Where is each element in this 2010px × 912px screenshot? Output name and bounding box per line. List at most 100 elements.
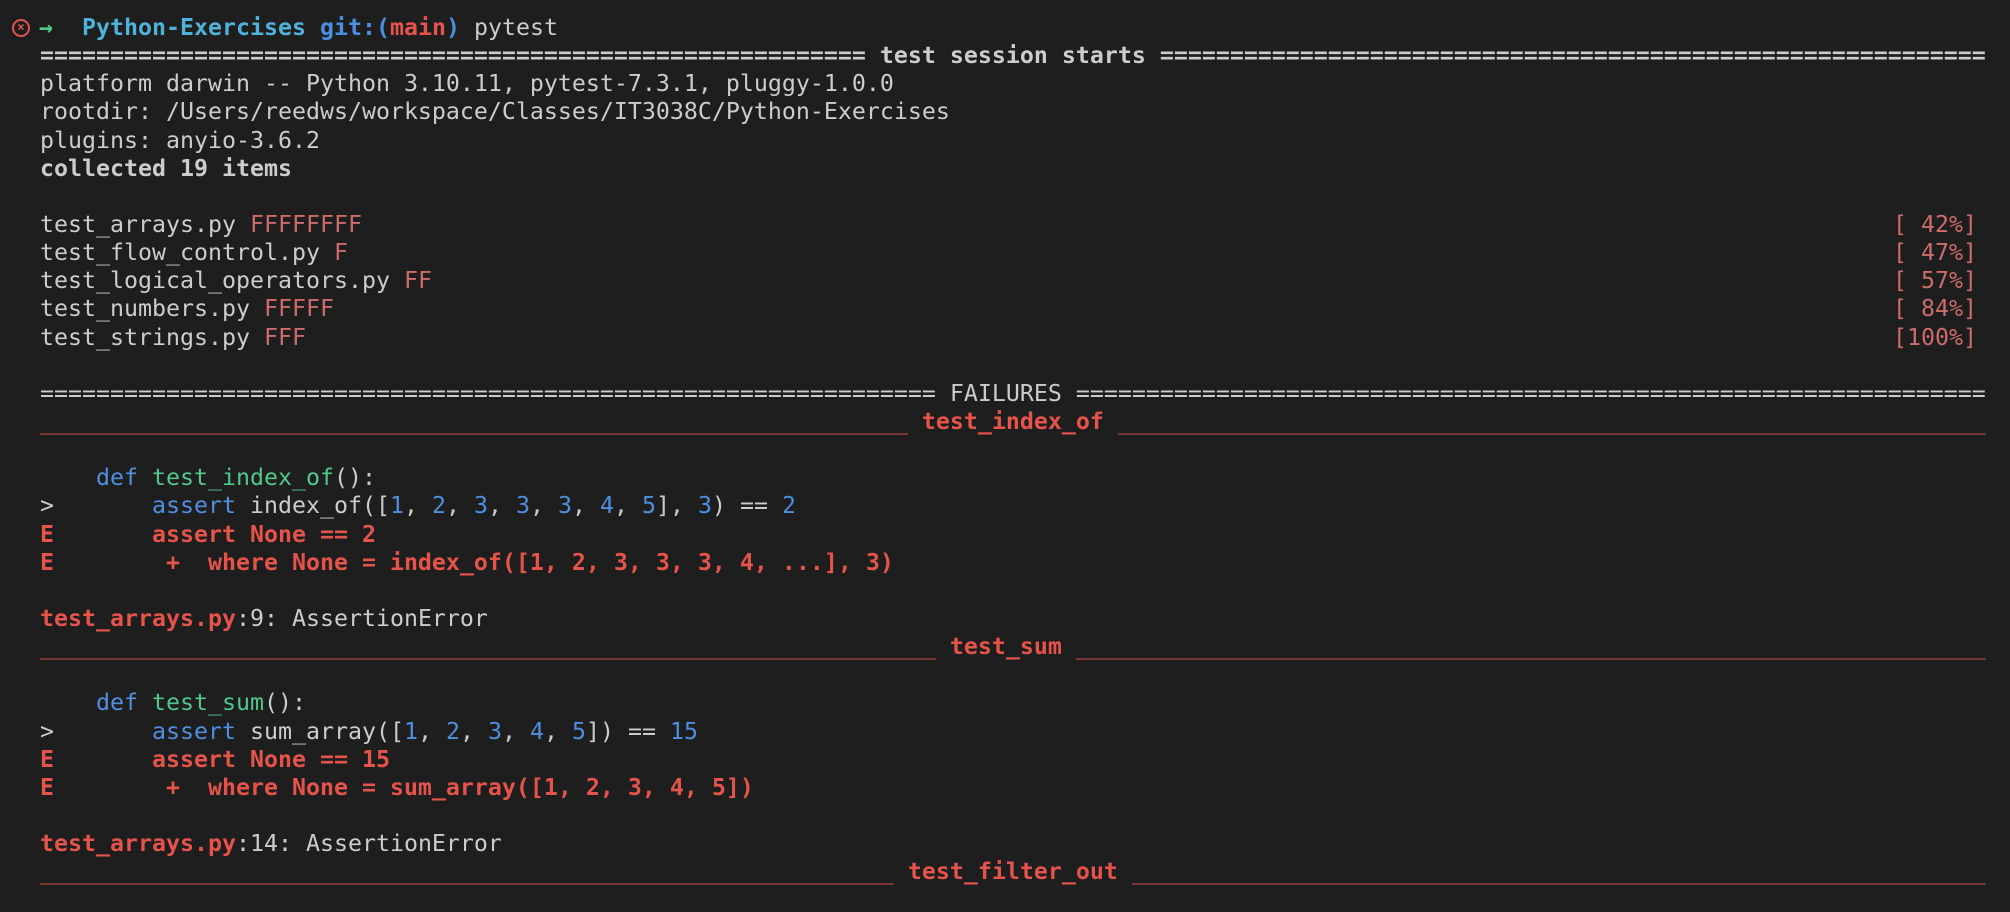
code-line: E assert None == 15 <box>0 746 2010 774</box>
rule-right: ========================================… <box>1159 42 1986 70</box>
result-row: test_flow_control.py F [ 47%] <box>0 239 2010 267</box>
code-token: 2 <box>781 492 796 520</box>
code-token: , <box>571 492 600 520</box>
terminal-output: × → Python-Exercises git:(main) pytest =… <box>0 14 2010 886</box>
collected-line: collected 19 items <box>40 154 292 182</box>
code-token: sum_array([ <box>235 717 404 745</box>
rule-left: ________________________________________… <box>40 633 936 661</box>
code-line: E assert None == 2 <box>0 521 2010 549</box>
code-token: , <box>613 492 642 520</box>
failures-header: ========================================… <box>0 380 2010 408</box>
code-line: > assert index_of([1, 2, 3, 3, 3, 4, 5],… <box>0 492 2010 520</box>
rule-left: ________________________________________… <box>40 858 894 886</box>
code-token: ]) == <box>585 717 670 745</box>
code-token: 2 <box>445 717 460 745</box>
failure-header: ________________________________________… <box>0 633 2010 661</box>
result-file: test_strings.py <box>40 323 250 351</box>
result-row: test_logical_operators.py FF [ 57%] <box>0 267 2010 295</box>
code-token: E + where None = sum_array([1, 2, 3, 4, … <box>40 773 754 801</box>
code-token: 5 <box>571 717 586 745</box>
code-token: test_index_of <box>152 464 334 492</box>
code-token: 2 <box>431 492 446 520</box>
failure-location: test_arrays.py:14: AssertionError <box>0 830 2010 858</box>
code-token: 3 <box>473 492 488 520</box>
code-token: E assert None == 2 <box>40 520 376 548</box>
failure-location: test_arrays.py:9: AssertionError <box>0 605 2010 633</box>
code-token: 1 <box>389 492 404 520</box>
error-circle-icon: × <box>12 19 30 37</box>
location-file: test_arrays.py <box>40 604 236 632</box>
code-line: E + where None = sum_array([1, 2, 3, 4, … <box>0 774 2010 802</box>
code-line: def test_sum(): <box>0 689 2010 717</box>
prompt-directory: Python-Exercises <box>82 14 306 41</box>
code-token: , <box>529 492 558 520</box>
code-token: , <box>445 492 474 520</box>
rule-right: ________________________________________… <box>1117 407 1986 435</box>
code-token: ], <box>655 492 698 520</box>
result-row: test_arrays.py FFFFFFFF [ 42%] <box>0 211 2010 239</box>
results-list: test_arrays.py FFFFFFFF[ 42%] test_flow_c… <box>0 211 2010 352</box>
code-token: , <box>417 717 446 745</box>
code-token: E assert None == 15 <box>40 745 390 773</box>
result-row: test_strings.py FFF [100%] <box>0 324 2010 352</box>
code-token: (): <box>333 464 376 492</box>
rule-right: ========================================… <box>1075 379 1986 407</box>
prompt-git-close: ) <box>445 14 460 41</box>
session-header: ========================================… <box>0 42 2010 70</box>
plugins-line: plugins: anyio-3.6.2 <box>40 126 320 154</box>
result-marks: FF <box>403 267 432 295</box>
location-file: test_arrays.py <box>40 830 236 858</box>
code-token: , <box>543 717 572 745</box>
code-token: > <box>40 492 152 520</box>
code-token: 4 <box>529 717 544 745</box>
rootdir-line: rootdir: /Users/reedws/workspace/Classes… <box>40 98 950 126</box>
rule-title: test session starts <box>865 42 1160 70</box>
code-token: def <box>96 464 138 492</box>
code-token: index_of([ <box>235 492 390 520</box>
code-token: 15 <box>669 717 698 745</box>
code-token: 4 <box>599 492 614 520</box>
result-row: test_numbers.py FFFFF [ 84%] <box>0 295 2010 323</box>
code-token: 3 <box>697 492 712 520</box>
code-token: assert <box>151 717 236 745</box>
rule-left: ________________________________________… <box>40 407 908 435</box>
code-token: > <box>40 717 152 745</box>
failures-list: ________________________________________… <box>0 408 2010 886</box>
result-progress: [ 84%] <box>1893 295 1977 323</box>
result-progress: [ 57%] <box>1893 267 1977 295</box>
code-token: def <box>96 689 138 717</box>
code-token: 3 <box>487 717 502 745</box>
prompt-line: × → Python-Exercises git:(main) pytest <box>0 14 2010 42</box>
result-file: test_numbers.py <box>40 295 250 323</box>
result-marks: FFFFFFFF <box>249 210 362 238</box>
result-marks: FFFFF <box>263 295 334 323</box>
rule-title: test_index_of <box>907 407 1118 435</box>
result-progress: [100%] <box>1893 323 1977 351</box>
failure-header: ________________________________________… <box>0 408 2010 436</box>
rule-title: FAILURES <box>935 379 1076 407</box>
result-progress: [ 47%] <box>1893 239 1977 267</box>
code-token: , <box>459 717 488 745</box>
rule-title: test_sum <box>935 633 1076 661</box>
code-token: 5 <box>641 492 656 520</box>
platform-line: platform darwin -- Python 3.10.11, pytes… <box>40 70 894 98</box>
code-line: def test_index_of(): <box>0 464 2010 492</box>
code-token: E + where None = index_of([1, 2, 3, 3, 3… <box>40 548 894 576</box>
code-token: , <box>501 717 530 745</box>
prompt-git-open: git:( <box>319 14 390 41</box>
failure-header: ________________________________________… <box>0 858 2010 886</box>
prompt-branch: main <box>389 14 446 41</box>
rule-title: test_filter_out <box>893 858 1132 886</box>
rule-left: ========================================… <box>40 379 936 407</box>
code-token: 3 <box>557 492 572 520</box>
code-token: , <box>487 492 516 520</box>
